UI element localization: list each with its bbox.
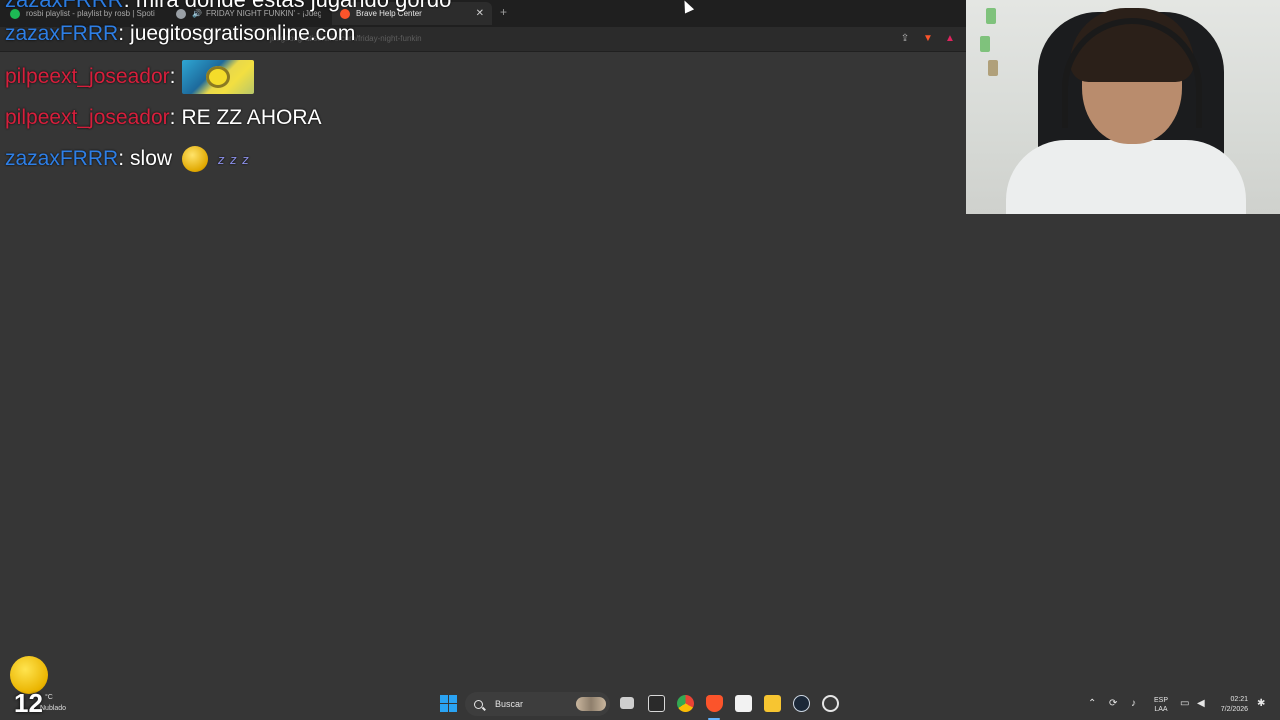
obs-icon[interactable] — [822, 695, 839, 712]
sync-icon[interactable]: ⟳ — [1109, 699, 1117, 709]
chat-text: mira donde estas jugando gordo — [136, 0, 452, 12]
chat-message: pilpeext_joseador: RE ZZ AHORA — [5, 106, 322, 130]
search-placeholder: Buscar — [495, 699, 524, 709]
microphone-icon[interactable]: ♪ — [1131, 699, 1136, 709]
chat-text: slow — [130, 147, 173, 170]
chat-separator: : — [124, 0, 130, 12]
wall-sticker — [986, 8, 996, 24]
file-explorer-icon[interactable] — [764, 695, 781, 712]
search-icon — [474, 699, 483, 709]
taskbar: Buscar ⌃ ⟳ ♪ ESP LAA ▭ ◀ 02:21 7/2/2026 … — [0, 688, 1280, 720]
chat-message: pilpeext_joseador: — [5, 60, 255, 94]
zzz-emote: z z z — [218, 151, 250, 167]
wall-sticker — [988, 60, 998, 76]
windows-start-icon[interactable] — [440, 695, 457, 712]
chat-username: pilpeext_joseador — [5, 65, 170, 88]
notification-icon[interactable]: ✱ — [1257, 699, 1265, 709]
chat-message: zazaxFRRR: slow z z z — [5, 146, 250, 172]
steam-icon[interactable] — [793, 695, 810, 712]
chat-username: zazaxFRRR — [5, 22, 119, 45]
clock-date[interactable]: 7/2/2026 — [1206, 705, 1248, 714]
task-view-icon[interactable] — [620, 697, 634, 709]
chat-username: zazaxFRRR — [5, 0, 124, 12]
minion-emote — [182, 60, 255, 94]
new-tab-button[interactable]: + — [500, 5, 507, 19]
taskbar-search[interactable]: Buscar — [465, 692, 610, 716]
chat-message-cut: zazaxFRRR: mira donde estas jugando gord… — [5, 0, 451, 13]
language-layout[interactable]: LAA — [1151, 705, 1171, 714]
chevron-up-icon[interactable]: ⌃ — [1088, 699, 1096, 709]
screen: rosbi playlist - playlist by rosb | Spot… — [0, 0, 1280, 720]
language-code[interactable]: ESP — [1151, 696, 1171, 705]
epic-games-icon[interactable] — [648, 695, 665, 712]
chat-text: juegitosgratisonline.com — [130, 22, 356, 45]
clock-time[interactable]: 02:21 — [1212, 695, 1248, 704]
skull-emoji — [182, 146, 209, 172]
chat-separator: : — [118, 22, 125, 45]
wall-sticker — [980, 36, 990, 52]
brave-rewards-icon[interactable]: ▲ — [944, 33, 956, 45]
network-icon[interactable]: ▭ — [1180, 699, 1189, 709]
brave-icon[interactable] — [706, 695, 723, 712]
chat-separator: : — [169, 65, 176, 88]
chat-message: zazaxFRRR: juegitosgratisonline.com — [5, 22, 355, 46]
microsoft-store-icon[interactable] — [735, 695, 752, 712]
chat-username: zazaxFRRR — [5, 147, 119, 170]
chat-separator: : — [118, 147, 125, 170]
chrome-icon[interactable] — [677, 695, 694, 712]
chat-text: RE ZZ AHORA — [181, 106, 322, 129]
webcam-feed — [966, 0, 1280, 214]
brave-shields-icon[interactable]: ▼ — [922, 33, 934, 45]
search-highlight-icon — [576, 697, 606, 711]
share-icon[interactable]: ⇪ — [899, 33, 911, 45]
chat-username: pilpeext_joseador — [5, 106, 170, 129]
volume-icon[interactable]: ◀ — [1197, 699, 1205, 709]
person-shirt — [1006, 140, 1246, 214]
chat-separator: : — [169, 106, 176, 129]
